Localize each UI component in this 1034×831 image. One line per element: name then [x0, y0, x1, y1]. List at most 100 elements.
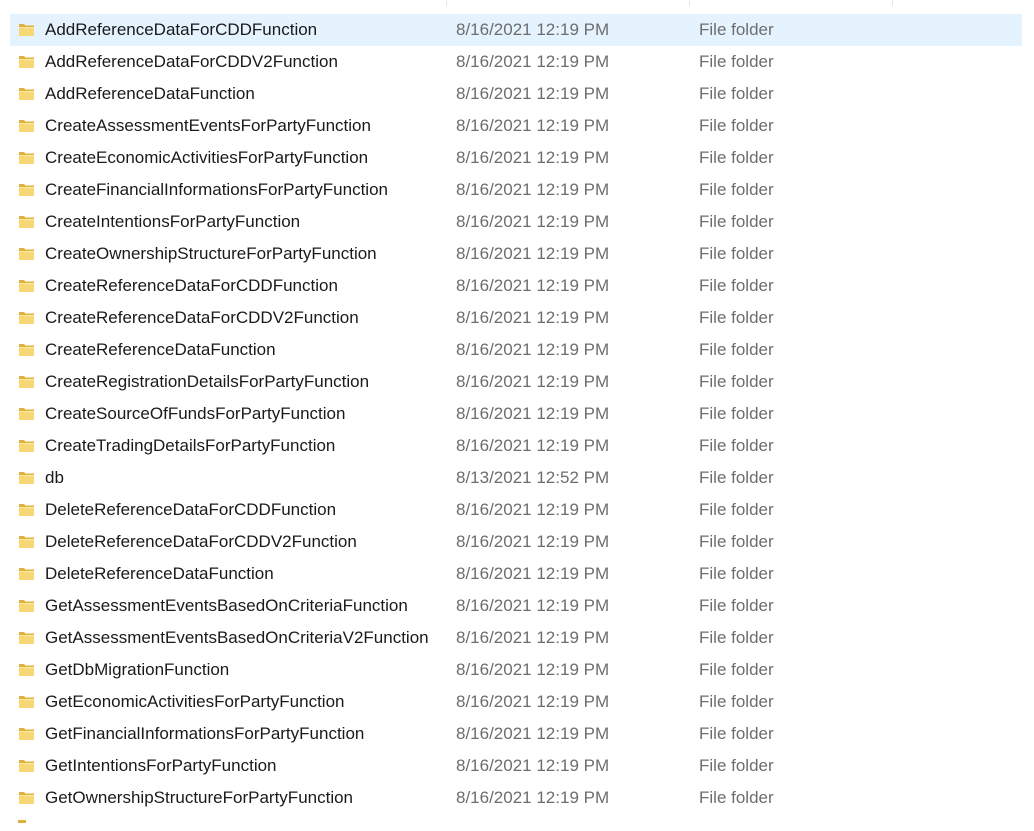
file-type: File folder	[699, 692, 774, 711]
file-type: File folder	[699, 756, 774, 775]
file-name: DeleteReferenceDataFunction	[45, 564, 274, 583]
date-modified: 8/16/2021 12:19 PM	[456, 404, 610, 423]
file-row[interactable]: GetOwnershipStructureForPartyFunction 8/…	[10, 782, 1022, 814]
file-row[interactable]: GetFinancialInformationsForPartyFunction…	[10, 718, 1022, 750]
column-divider[interactable]	[892, 0, 893, 6]
file-name: GetAssessmentEventsBasedOnCriteriaFuncti…	[45, 596, 408, 615]
folder-icon	[18, 213, 35, 230]
folder-icon	[18, 501, 35, 518]
file-name: CreateAssessmentEventsForPartyFunction	[45, 116, 371, 135]
file-row[interactable]: DeleteReferenceDataForCDDFunction 8/16/2…	[10, 494, 1022, 526]
column-divider[interactable]	[689, 0, 690, 6]
file-row[interactable]: CreateFinancialInformationsForPartyFunct…	[10, 174, 1022, 206]
folder-icon	[18, 725, 35, 742]
folder-icon	[18, 629, 35, 646]
file-type: File folder	[699, 500, 774, 519]
file-row[interactable]: CreateEconomicActivitiesForPartyFunction…	[10, 142, 1022, 174]
folder-icon	[18, 597, 35, 614]
file-row[interactable]: CreateAssessmentEventsForPartyFunction 8…	[10, 110, 1022, 142]
file-type: File folder	[699, 724, 774, 743]
file-name: AddReferenceDataForCDDV2Function	[45, 52, 338, 71]
date-modified: 8/13/2021 12:52 PM	[456, 468, 610, 487]
file-name: GetAssessmentEventsBasedOnCriteriaV2Func…	[45, 628, 429, 647]
file-row[interactable]: AddReferenceDataFunction 8/16/2021 12:19…	[10, 78, 1022, 110]
folder-icon	[18, 693, 35, 710]
column-divider[interactable]	[446, 0, 447, 6]
date-modified: 8/16/2021 12:19 PM	[456, 500, 610, 519]
file-row[interactable]: CreateTradingDetailsForPartyFunction 8/1…	[10, 430, 1022, 462]
date-modified: 8/16/2021 12:19 PM	[456, 628, 610, 647]
file-type: File folder	[699, 628, 774, 647]
date-modified: 8/16/2021 12:19 PM	[456, 564, 610, 583]
file-type: File folder	[699, 116, 774, 135]
date-modified: 8/16/2021 12:19 PM	[456, 724, 610, 743]
file-type: File folder	[699, 20, 774, 39]
folder-icon	[18, 757, 35, 774]
file-type: File folder	[699, 308, 774, 327]
file-name: DeleteReferenceDataForCDDFunction	[45, 500, 337, 519]
folder-icon	[18, 53, 35, 70]
folder-icon	[18, 117, 35, 134]
folder-icon	[18, 373, 35, 390]
file-row[interactable]: CreateSourceOfFundsForPartyFunction 8/16…	[10, 398, 1022, 430]
file-row[interactable]: GetIntentionsForPartyFunction 8/16/2021 …	[10, 750, 1022, 782]
date-modified: 8/16/2021 12:19 PM	[456, 308, 610, 327]
date-modified: 8/16/2021 12:19 PM	[456, 756, 610, 775]
file-type: File folder	[699, 468, 774, 487]
date-modified: 8/16/2021 12:19 PM	[456, 788, 610, 807]
file-row[interactable]: CreateReferenceDataFunction 8/16/2021 12…	[10, 334, 1022, 366]
file-type: File folder	[699, 276, 774, 295]
date-modified: 8/16/2021 12:19 PM	[456, 20, 610, 39]
date-modified: 8/16/2021 12:19 PM	[456, 692, 610, 711]
file-type: File folder	[699, 596, 774, 615]
file-name: CreateTradingDetailsForPartyFunction	[45, 436, 336, 455]
folder-icon	[18, 277, 35, 294]
file-type: File folder	[699, 372, 774, 391]
file-row[interactable]: GetAssessmentEventsBasedOnCriteriaFuncti…	[10, 590, 1022, 622]
folder-icon	[18, 437, 35, 454]
file-name: AddReferenceDataForCDDFunction	[45, 20, 318, 39]
file-type: File folder	[699, 84, 774, 103]
folder-icon	[18, 789, 35, 806]
file-row[interactable]: CreateIntentionsForPartyFunction 8/16/20…	[10, 206, 1022, 238]
date-modified: 8/16/2021 12:19 PM	[456, 212, 610, 231]
folder-icon	[18, 533, 35, 550]
file-type: File folder	[699, 532, 774, 551]
file-row[interactable]: DeleteReferenceDataFunction 8/16/2021 12…	[10, 558, 1022, 590]
file-row[interactable]: CreateReferenceDataForCDDFunction 8/16/2…	[10, 270, 1022, 302]
file-type: File folder	[699, 788, 774, 807]
file-type: File folder	[699, 660, 774, 679]
file-name: CreateSourceOfFundsForPartyFunction	[45, 404, 346, 423]
file-name: GetIntentionsForPartyFunction	[45, 756, 277, 775]
folder-icon	[18, 181, 35, 198]
file-row[interactable]: CreateRegistrationDetailsForPartyFunctio…	[10, 366, 1022, 398]
file-name: GetEconomicActivitiesForPartyFunction	[45, 692, 345, 711]
file-row[interactable]: db 8/13/2021 12:52 PM File folder	[10, 462, 1022, 494]
file-name: db	[45, 468, 64, 487]
file-name: CreateIntentionsForPartyFunction	[45, 212, 301, 231]
file-name: GetFinancialInformationsForPartyFunction	[45, 724, 365, 743]
folder-icon	[18, 245, 35, 262]
file-name: CreateOwnershipStructureForPartyFunction	[45, 244, 377, 263]
file-name: CreateReferenceDataFunction	[45, 340, 276, 359]
file-name: GetDbMigrationFunction	[45, 660, 230, 679]
file-row[interactable]: GetAssessmentEventsBasedOnCriteriaV2Func…	[10, 622, 1022, 654]
file-row[interactable]: CreateReferenceDataForCDDV2Function 8/16…	[10, 302, 1022, 334]
date-modified: 8/16/2021 12:19 PM	[456, 244, 610, 263]
date-modified: 8/16/2021 12:19 PM	[456, 340, 610, 359]
file-row[interactable]: AddReferenceDataForCDDFunction 8/16/2021…	[10, 14, 1022, 46]
date-modified: 8/16/2021 12:19 PM	[456, 52, 610, 71]
date-modified: 8/16/2021 12:19 PM	[456, 660, 610, 679]
file-type: File folder	[699, 340, 774, 359]
file-type: File folder	[699, 404, 774, 423]
file-row[interactable]: GetDbMigrationFunction 8/16/2021 12:19 P…	[10, 654, 1022, 686]
file-row[interactable]: CreateOwnershipStructureForPartyFunction…	[10, 238, 1022, 270]
file-row[interactable]: AddReferenceDataForCDDV2Function 8/16/20…	[10, 46, 1022, 78]
folder-icon	[18, 405, 35, 422]
file-row[interactable]: DeleteReferenceDataForCDDV2Function 8/16…	[10, 526, 1022, 558]
file-row[interactable]: GetEconomicActivitiesForPartyFunction 8/…	[10, 686, 1022, 718]
file-type: File folder	[699, 436, 774, 455]
folder-icon	[18, 149, 35, 166]
date-modified: 8/16/2021 12:19 PM	[456, 116, 610, 135]
folder-icon	[18, 85, 35, 102]
